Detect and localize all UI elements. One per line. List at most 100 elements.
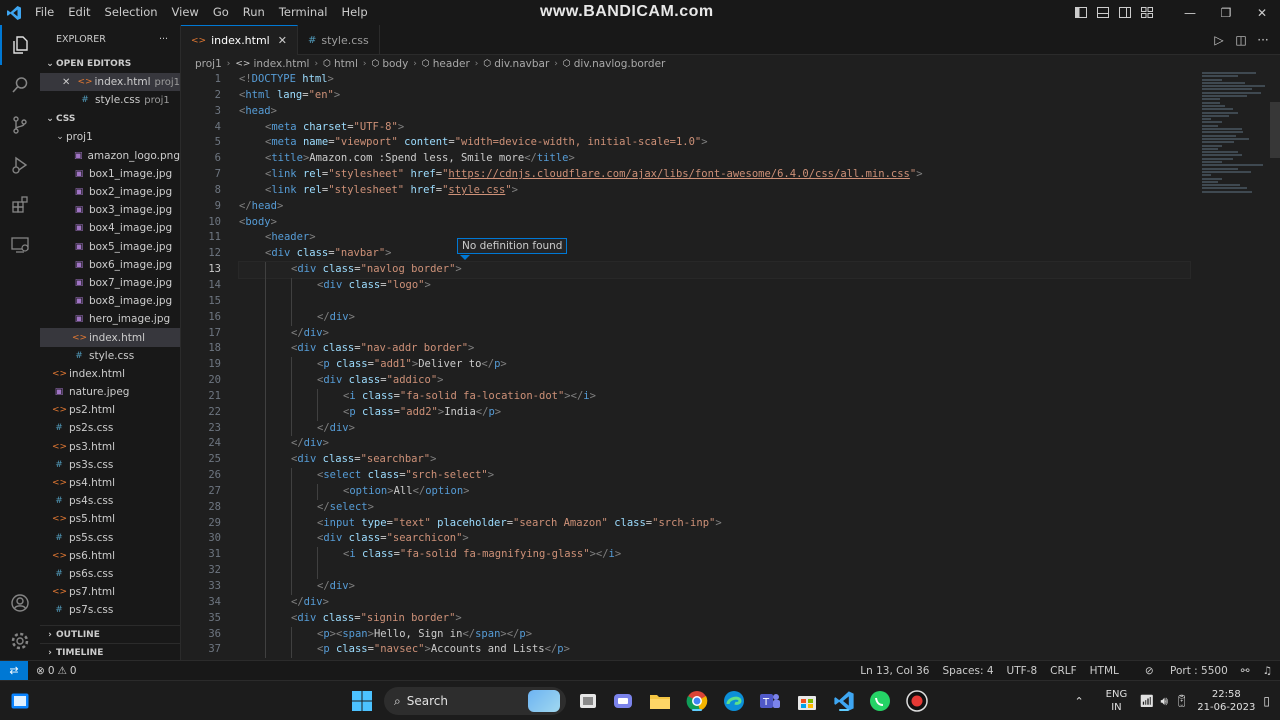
run-icon[interactable]: ▷	[1208, 33, 1230, 47]
menu-file[interactable]: File	[28, 0, 61, 25]
code-line[interactable]: </div>	[239, 594, 1190, 611]
code-line[interactable]: <i class="fa-solid fa-magnifying-glass">…	[239, 547, 1190, 564]
settings-gear-icon[interactable]	[0, 621, 40, 661]
code-line[interactable]: <p><span>Hello, Sign in</span></p>	[239, 626, 1190, 643]
file-item[interactable]: ▣ box1_image.jpg	[40, 165, 180, 183]
file-item[interactable]: # ps2s.css	[40, 419, 180, 437]
outline-section[interactable]: › OUTLINE	[40, 625, 180, 643]
cursor-position[interactable]: Ln 13, Col 36	[860, 665, 929, 677]
code-line[interactable]: <div class="searchbar">	[239, 452, 1190, 469]
code-line[interactable]: </div>	[239, 579, 1190, 595]
file-item[interactable]: ▣ box4_image.jpg	[40, 219, 180, 237]
code-line[interactable]: <head>	[239, 104, 1190, 120]
file-item[interactable]: ▣ box6_image.jpg	[40, 256, 180, 274]
search-icon[interactable]	[0, 65, 40, 105]
windows-start-icon[interactable]	[350, 689, 374, 713]
code-line[interactable]: <p class="add1">Deliver to</p>	[239, 357, 1190, 374]
wifi-icon[interactable]: 📶︎	[1139, 694, 1154, 708]
explorer-icon[interactable]	[0, 25, 40, 65]
file-explorer-icon[interactable]	[648, 689, 672, 713]
code-line[interactable]: <header>	[239, 230, 1190, 246]
file-item[interactable]: # ps6s.css	[40, 565, 180, 583]
code-line[interactable]: <meta charset="UTF-8">	[239, 120, 1190, 136]
tab-style-css[interactable]: # style.css	[298, 25, 380, 55]
explorer-more-actions-icon[interactable]: ···	[159, 34, 168, 45]
source-control-icon[interactable]	[0, 105, 40, 145]
menu-view[interactable]: View	[165, 0, 206, 25]
code-line[interactable]: <div class="navlog border">	[238, 261, 1191, 279]
code-line[interactable]: <p class="add2">India</p>	[239, 404, 1190, 421]
indentation[interactable]: Spaces: 4	[942, 665, 993, 677]
close-editor-icon[interactable]: ✕	[62, 77, 74, 88]
vscode-taskbar-icon[interactable]	[832, 689, 856, 713]
file-item[interactable]: ▣ box8_image.jpg	[40, 292, 180, 310]
open-editors-section[interactable]: ⌄ OPEN EDITORS	[40, 54, 180, 73]
code-line[interactable]: <option>All</option>	[239, 483, 1190, 500]
remote-explorer-icon[interactable]	[0, 225, 40, 265]
scrollbar-thumb[interactable]	[1270, 102, 1280, 158]
open-editor-item[interactable]: ✕ <> index.html proj1	[40, 73, 180, 92]
battery-icon[interactable]: 🔋︎	[1174, 694, 1189, 708]
code-line[interactable]	[239, 293, 1190, 310]
notifications-icon[interactable]: ▯	[1263, 694, 1270, 708]
code-line[interactable]: <link rel="stylesheet" href="style.css">	[239, 183, 1190, 199]
menu-terminal[interactable]: Terminal	[272, 0, 335, 25]
minimap[interactable]	[1196, 72, 1266, 362]
file-item[interactable]: # ps3s.css	[40, 456, 180, 474]
breadcrumb-item[interactable]: body	[382, 58, 408, 70]
code-line[interactable]: <!DOCTYPE html>	[239, 72, 1190, 88]
microsoft-store-icon[interactable]	[795, 689, 819, 713]
menu-edit[interactable]: Edit	[61, 0, 97, 25]
breadcrumb-item[interactable]: html	[334, 58, 358, 70]
code-line[interactable]: <div class="searchicon">	[239, 531, 1190, 548]
code-line[interactable]: <p class="navsec">Accounts and Lists</p>	[239, 642, 1190, 659]
breadcrumb-item[interactable]: div.navbar	[494, 58, 549, 70]
file-item[interactable]: <> ps6.html	[40, 547, 180, 565]
workspace-section[interactable]: ⌄ CSS	[40, 109, 180, 128]
file-manager-icon[interactable]	[576, 689, 600, 713]
language-indicator[interactable]: ENG IN	[1106, 688, 1128, 714]
teams-icon[interactable]: T	[758, 689, 782, 713]
encoding[interactable]: UTF-8	[1007, 665, 1038, 677]
file-item[interactable]: <> index.html	[40, 365, 180, 383]
code-line[interactable]: <link rel="stylesheet" href="https://cdn…	[239, 167, 1190, 183]
vertical-scrollbar[interactable]	[1268, 72, 1280, 660]
accounts-icon[interactable]	[0, 583, 40, 623]
toggle-primary-sidebar-icon[interactable]	[1070, 0, 1092, 25]
code-line[interactable]: <body>	[239, 215, 1190, 231]
tab-index-html[interactable]: <> index.html ✕	[181, 25, 298, 55]
code-editor[interactable]: 1 2 3 4 5 6 7 8 9 10 11 12 13 14 15 16 17 18 19 20 21 22 23 24 2…	[181, 72, 1280, 660]
code-line[interactable]: <input type="text" placeholder="search A…	[239, 515, 1190, 532]
record-icon[interactable]	[905, 689, 929, 713]
extensions-icon[interactable]	[0, 185, 40, 225]
file-item[interactable]: <> ps2.html	[40, 401, 180, 419]
menu-selection[interactable]: Selection	[98, 0, 165, 25]
chrome-icon[interactable]	[685, 689, 709, 713]
folder-item-proj1[interactable]: ⌄ proj1	[40, 128, 180, 146]
breadcrumb-item[interactable]: index.html	[253, 58, 309, 70]
maximize-icon[interactable]: ❐	[1208, 0, 1244, 25]
file-item[interactable]: ▣ nature.jpeg	[40, 383, 180, 401]
code-line[interactable]: <i class="fa-solid fa-location-dot"></i>	[239, 388, 1190, 405]
breadcrumb-item[interactable]: proj1	[195, 58, 222, 70]
code-line[interactable]: </select>	[239, 499, 1190, 516]
code-line[interactable]: <html lang="en">	[239, 88, 1190, 104]
customize-layout-icon[interactable]	[1136, 0, 1158, 25]
toggle-panel-icon[interactable]	[1092, 0, 1114, 25]
file-item[interactable]: # ps7s.css	[40, 601, 180, 619]
timeline-section[interactable]: › TIMELINE	[40, 643, 180, 660]
code-line[interactable]: </div>	[239, 309, 1190, 326]
file-item[interactable]: <> ps3.html	[40, 438, 180, 456]
file-item[interactable]: <> index.html	[40, 328, 180, 347]
code-line[interactable]: <select class="srch-select">	[239, 468, 1190, 484]
split-editor-icon[interactable]: ◫	[1230, 33, 1252, 47]
minimize-icon[interactable]: —	[1172, 0, 1208, 25]
show-hidden-icons-icon[interactable]: ⌃	[1074, 695, 1083, 708]
toggle-secondary-sidebar-icon[interactable]	[1114, 0, 1136, 25]
file-item[interactable]: # style.css	[40, 347, 180, 365]
menu-help[interactable]: Help	[334, 0, 374, 25]
file-item[interactable]: ▣ box5_image.jpg	[40, 238, 180, 256]
code-line[interactable]: <div class="navbar">	[239, 246, 1190, 262]
code-line[interactable]: <meta name="viewport" content="width=dev…	[239, 135, 1190, 151]
problems-indicator[interactable]: ⊗ 0 ⚠ 0	[36, 665, 77, 677]
